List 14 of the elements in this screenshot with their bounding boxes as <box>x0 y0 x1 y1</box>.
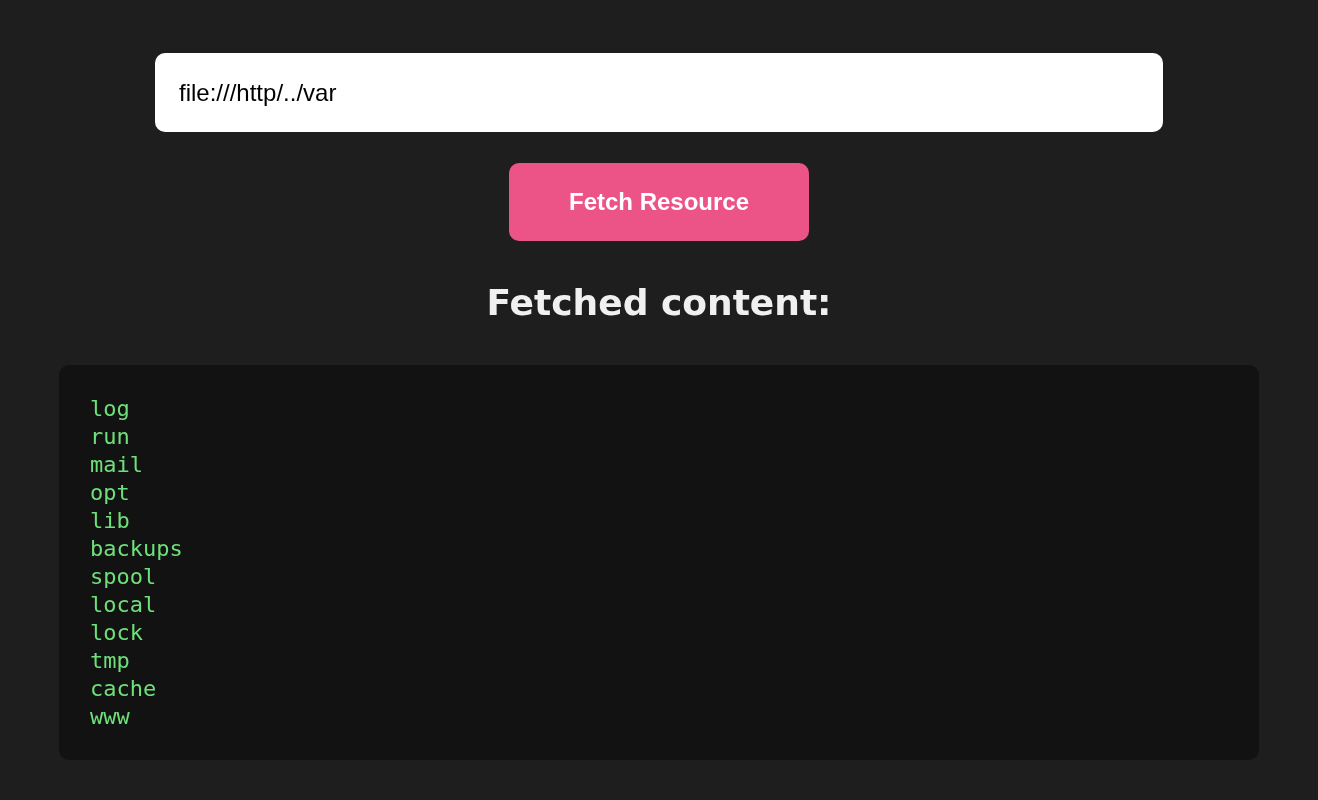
output-line: mail <box>90 451 143 479</box>
output-line: cache <box>90 675 157 703</box>
result-heading: Fetched content: <box>486 281 832 325</box>
output-line: lib <box>90 507 130 535</box>
output-line: tmp <box>90 647 130 675</box>
output-line: opt <box>90 479 130 507</box>
output-line: lock <box>90 619 143 647</box>
url-field[interactable]: file:///http/../var <box>155 53 1163 132</box>
output-line: backups <box>90 535 183 563</box>
output-line: www <box>90 703 130 731</box>
output-line: run <box>90 423 130 451</box>
output-line: spool <box>90 563 157 591</box>
output-line: log <box>90 395 130 423</box>
output-line: local <box>90 591 157 619</box>
